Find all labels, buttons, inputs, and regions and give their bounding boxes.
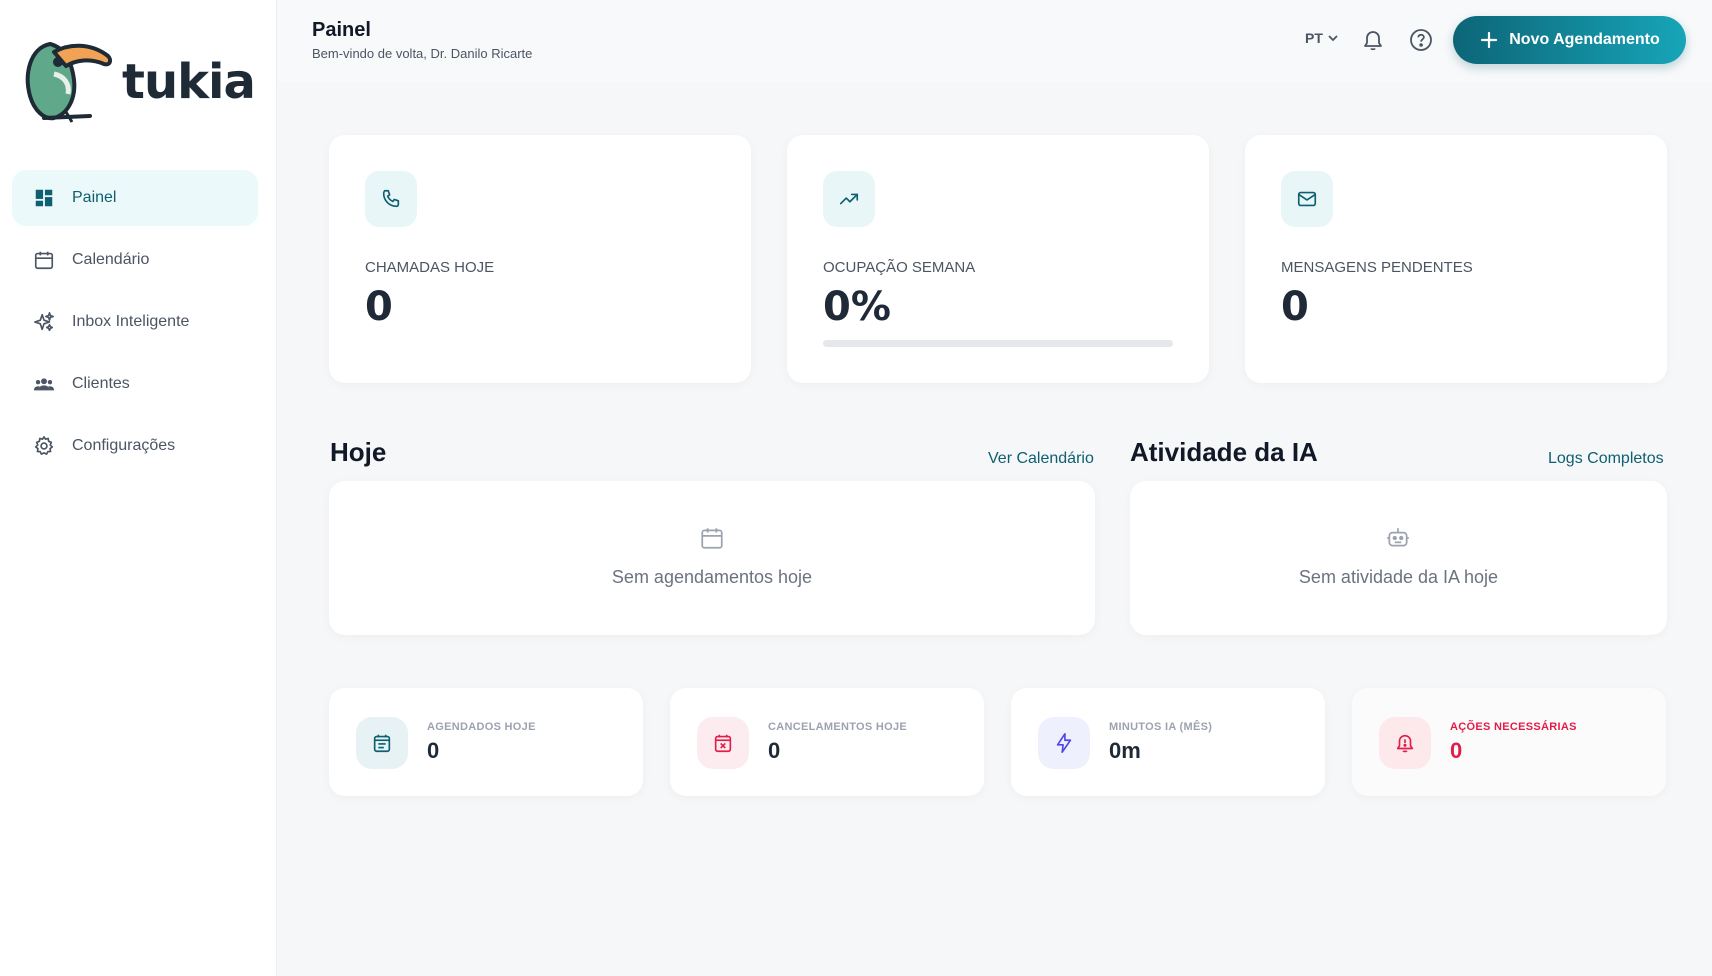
sparkles-icon: [32, 310, 56, 334]
stat-value: 0: [365, 284, 393, 330]
page-subtitle: Bem-vindo de volta, Dr. Danilo Ricarte: [312, 46, 533, 61]
dashboard-icon: [32, 186, 56, 210]
mini-value: 0: [768, 738, 781, 763]
sidebar-item-clientes[interactable]: Clientes: [12, 356, 258, 412]
sidebar-item-calendario[interactable]: Calendário: [12, 232, 258, 288]
lightning-icon: [1038, 717, 1090, 769]
calendar-list-icon: [356, 717, 408, 769]
mini-card-scheduled: AGENDADOS HOJE 0: [329, 688, 643, 796]
bell-alert-icon: [1379, 717, 1431, 769]
stat-label: MENSAGENS PENDENTES: [1281, 259, 1473, 276]
mail-icon: [1281, 171, 1333, 227]
stat-label: CHAMADAS HOJE: [365, 259, 495, 276]
stat-value: 0: [1281, 284, 1309, 330]
mini-label: AGENDADOS HOJE: [427, 721, 536, 733]
view-calendar-link[interactable]: Ver Calendário: [988, 450, 1094, 468]
stat-value: 0%: [823, 284, 891, 330]
mini-label: MINUTOS IA (MÊS): [1109, 721, 1213, 733]
language-label: PT: [1305, 30, 1323, 46]
stat-label: OCUPAÇÃO SEMANA: [823, 259, 976, 276]
full-logs-link[interactable]: Logs Completos: [1548, 450, 1664, 468]
toucan-icon: [25, 41, 113, 123]
sidebar-item-inbox[interactable]: Inbox Inteligente: [12, 294, 258, 350]
brand-name: tukia: [122, 53, 256, 110]
calendar-x-icon: [697, 717, 749, 769]
ai-activity-card: Sem atividade da IA hoje: [1130, 481, 1667, 635]
sidebar: tukia Painel Calendário Inbox Inteligent…: [0, 0, 277, 976]
help-icon: [1410, 29, 1432, 51]
new-appointment-label: Novo Agendamento: [1509, 31, 1660, 48]
gear-icon: [32, 434, 56, 458]
empty-state-text: Sem agendamentos hoje: [611, 567, 813, 587]
phone-icon: [365, 171, 417, 227]
today-appointments-card: Sem agendamentos hoje: [329, 481, 1095, 635]
language-selector[interactable]: PT: [1305, 30, 1339, 46]
stat-card-occupancy: OCUPAÇÃO SEMANA 0%: [787, 135, 1209, 383]
calendar-icon: [701, 528, 723, 549]
mini-value: 0m: [1109, 738, 1141, 763]
sidebar-item-label: Painel: [72, 189, 117, 206]
mini-card-cancellations: CANCELAMENTOS HOJE 0: [670, 688, 984, 796]
top-header: Painel Bem-vindo de volta, Dr. Danilo Ri…: [278, 0, 1712, 82]
mini-card-ai-minutes: MINUTOS IA (MÊS) 0m: [1011, 688, 1325, 796]
sidebar-item-painel[interactable]: Painel: [12, 170, 258, 226]
help-button[interactable]: [1407, 26, 1435, 54]
stat-card-messages: MENSAGENS PENDENTES 0: [1245, 135, 1667, 383]
calendar-icon: [32, 248, 56, 272]
sidebar-item-label: Configurações: [72, 437, 176, 454]
mini-value: 0: [1450, 738, 1463, 763]
trending-up-icon: [823, 171, 875, 227]
sidebar-nav: Painel Calendário Inbox Inteligente Clie…: [12, 170, 258, 480]
stat-card-calls: CHAMADAS HOJE 0: [329, 135, 751, 383]
robot-icon: [1387, 528, 1409, 547]
notifications-button[interactable]: [1359, 26, 1387, 54]
mini-card-actions-needed: AÇÕES NECESSÁRIAS 0: [1352, 688, 1666, 796]
ai-activity-section-title: Atividade da IA: [1130, 437, 1318, 467]
mini-label: AÇÕES NECESSÁRIAS: [1450, 721, 1577, 733]
page-title: Painel: [312, 19, 371, 41]
occupancy-progress-bar: [823, 340, 1173, 347]
mini-value: 0: [427, 738, 440, 763]
bell-icon: [1364, 31, 1382, 51]
sidebar-item-configuracoes[interactable]: Configurações: [12, 418, 258, 474]
today-section-title: Hoje: [330, 437, 387, 467]
sidebar-item-label: Clientes: [72, 375, 130, 392]
sidebar-item-label: Inbox Inteligente: [72, 313, 190, 330]
brand-logo[interactable]: tukia: [20, 34, 260, 129]
plus-icon: [1481, 31, 1498, 49]
chevron-down-icon: [1328, 35, 1338, 42]
mini-label: CANCELAMENTOS HOJE: [768, 721, 908, 733]
sidebar-item-label: Calendário: [72, 251, 150, 268]
empty-state-text: Sem atividade da IA hoje: [1298, 567, 1499, 587]
new-appointment-button[interactable]: Novo Agendamento: [1453, 16, 1686, 64]
users-icon: [32, 372, 56, 396]
